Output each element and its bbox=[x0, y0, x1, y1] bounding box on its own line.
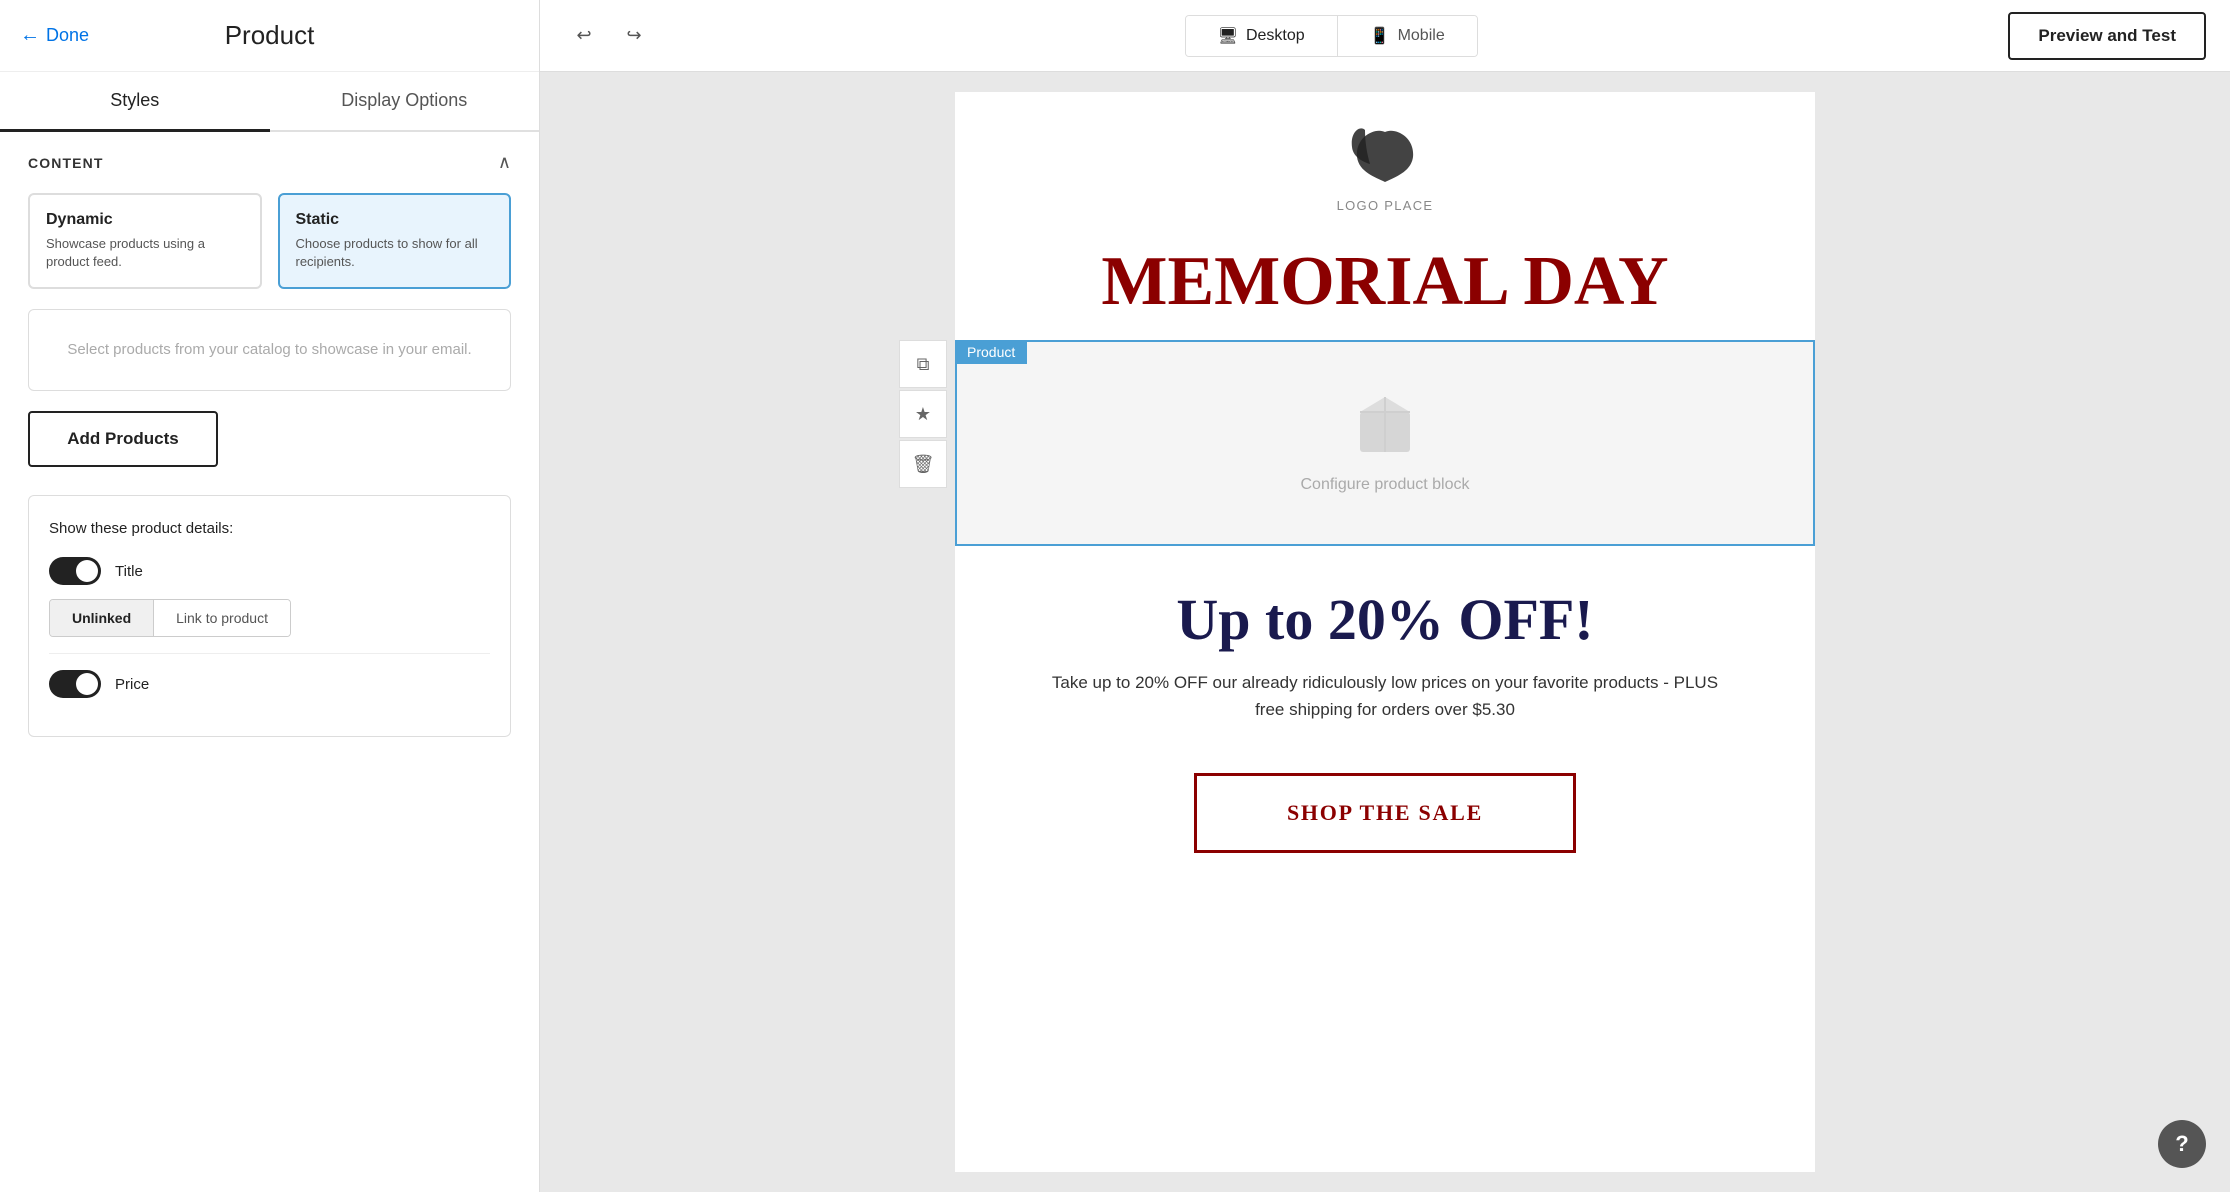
title-toggle-slider bbox=[49, 557, 101, 585]
price-toggle[interactable] bbox=[49, 670, 101, 698]
product-block-text: Configure product block bbox=[1301, 476, 1470, 494]
divider-1 bbox=[49, 653, 490, 654]
section-header: CONTENT ∧ bbox=[28, 152, 511, 173]
link-to-product-button[interactable]: Link to product bbox=[153, 600, 290, 636]
cta-button[interactable]: SHOP THE SALE bbox=[1194, 773, 1576, 853]
device-tabs: 🖥 Desktop 📱 Mobile bbox=[1185, 15, 1478, 57]
done-label: Done bbox=[46, 25, 89, 46]
product-block-wrapper: Product ⧉ ★ 🗑 bbox=[955, 340, 1815, 546]
content-section: CONTENT ∧ Dynamic Showcase products usin… bbox=[0, 132, 539, 757]
static-card-title: Static bbox=[296, 211, 494, 229]
product-select-placeholder: Select products from your catalog to sho… bbox=[67, 341, 471, 358]
discount-body: Take up to 20% OFF our already ridiculou… bbox=[1035, 669, 1735, 723]
price-toggle-row: Price bbox=[49, 670, 490, 698]
mobile-tab[interactable]: 📱 Mobile bbox=[1337, 16, 1477, 56]
done-button[interactable]: ← Done bbox=[20, 24, 89, 47]
unlinked-button[interactable]: Unlinked bbox=[50, 600, 153, 636]
product-details-box: Show these product details: Title Unlink… bbox=[28, 495, 511, 737]
mobile-icon: 📱 bbox=[1370, 26, 1390, 46]
title-toggle-label: Title bbox=[115, 563, 143, 580]
discount-heading: Up to 20% OFF! bbox=[1015, 586, 1755, 653]
static-card-desc: Choose products to show for all recipien… bbox=[296, 235, 494, 271]
tab-styles[interactable]: Styles bbox=[0, 72, 270, 132]
mobile-label: Mobile bbox=[1398, 27, 1445, 45]
copy-icon: ⧉ bbox=[917, 354, 930, 375]
dynamic-card-title: Dynamic bbox=[46, 211, 244, 229]
favorite-tool-button[interactable]: ★ bbox=[899, 390, 947, 438]
help-button[interactable]: ? bbox=[2158, 1120, 2206, 1168]
title-toggle-row: Title bbox=[49, 557, 490, 585]
back-arrow-icon: ← bbox=[20, 24, 40, 47]
headline-text: MEMORIAL DAY bbox=[995, 243, 1775, 320]
content-section-title: CONTENT bbox=[28, 155, 104, 171]
email-preview-container: LOGO PLACE MEMORIAL DAY Product ⧉ ★ bbox=[540, 72, 2230, 1192]
top-bar: ↩ ↪ 🖥 Desktop 📱 Mobile Preview and Test bbox=[540, 0, 2230, 72]
price-toggle-slider bbox=[49, 670, 101, 698]
delete-tool-button[interactable]: 🗑 bbox=[899, 440, 947, 488]
trash-icon: 🗑 bbox=[912, 454, 935, 475]
email-preview: LOGO PLACE MEMORIAL DAY Product ⧉ ★ bbox=[955, 92, 1815, 1172]
price-toggle-label: Price bbox=[115, 676, 149, 693]
desktop-tab[interactable]: 🖥 Desktop bbox=[1186, 16, 1337, 56]
redo-button[interactable]: ↪ bbox=[614, 16, 654, 56]
add-products-button[interactable]: Add Products bbox=[28, 411, 218, 467]
star-icon: ★ bbox=[915, 404, 931, 425]
side-tools: ⧉ ★ 🗑 bbox=[899, 340, 947, 488]
content-type-row: Dynamic Showcase products using a produc… bbox=[28, 193, 511, 289]
product-box-icon bbox=[1350, 392, 1420, 462]
preview-test-button[interactable]: Preview and Test bbox=[2008, 12, 2206, 60]
static-card[interactable]: Static Choose products to show for all r… bbox=[278, 193, 512, 289]
tab-display-options[interactable]: Display Options bbox=[270, 72, 540, 132]
product-select-area: Select products from your catalog to sho… bbox=[28, 309, 511, 391]
collapse-button[interactable]: ∧ bbox=[498, 152, 511, 173]
email-discount: Up to 20% OFF! Take up to 20% OFF our al… bbox=[955, 546, 1815, 743]
product-details-title: Show these product details: bbox=[49, 520, 490, 537]
product-block: Configure product block bbox=[955, 340, 1815, 546]
top-bar-left: ↩ ↪ bbox=[564, 16, 654, 56]
desktop-icon: 🖥 bbox=[1218, 26, 1238, 46]
logo-svg-icon bbox=[1345, 122, 1425, 192]
link-toggle-row: Unlinked Link to product bbox=[49, 599, 291, 637]
title-toggle[interactable] bbox=[49, 557, 101, 585]
tabs-row: Styles Display Options bbox=[0, 72, 539, 132]
email-headline: MEMORIAL DAY bbox=[955, 233, 1815, 340]
logo-text: LOGO PLACE bbox=[1337, 198, 1434, 213]
panel-header: ← Done Product bbox=[0, 0, 539, 72]
dynamic-card[interactable]: Dynamic Showcase products using a produc… bbox=[28, 193, 262, 289]
email-logo-area: LOGO PLACE bbox=[955, 92, 1815, 233]
redo-icon: ↪ bbox=[626, 25, 641, 46]
copy-tool-button[interactable]: ⧉ bbox=[899, 340, 947, 388]
right-area: ↩ ↪ 🖥 Desktop 📱 Mobile Preview and Test bbox=[540, 0, 2230, 1192]
dynamic-card-desc: Showcase products using a product feed. bbox=[46, 235, 244, 271]
left-panel: ← Done Product Styles Display Options CO… bbox=[0, 0, 540, 1192]
undo-button[interactable]: ↩ bbox=[564, 16, 604, 56]
email-cta: SHOP THE SALE bbox=[955, 743, 1815, 903]
undo-icon: ↩ bbox=[576, 25, 591, 46]
desktop-label: Desktop bbox=[1246, 27, 1305, 45]
product-label: Product bbox=[955, 340, 1027, 364]
panel-title: Product bbox=[225, 20, 315, 51]
